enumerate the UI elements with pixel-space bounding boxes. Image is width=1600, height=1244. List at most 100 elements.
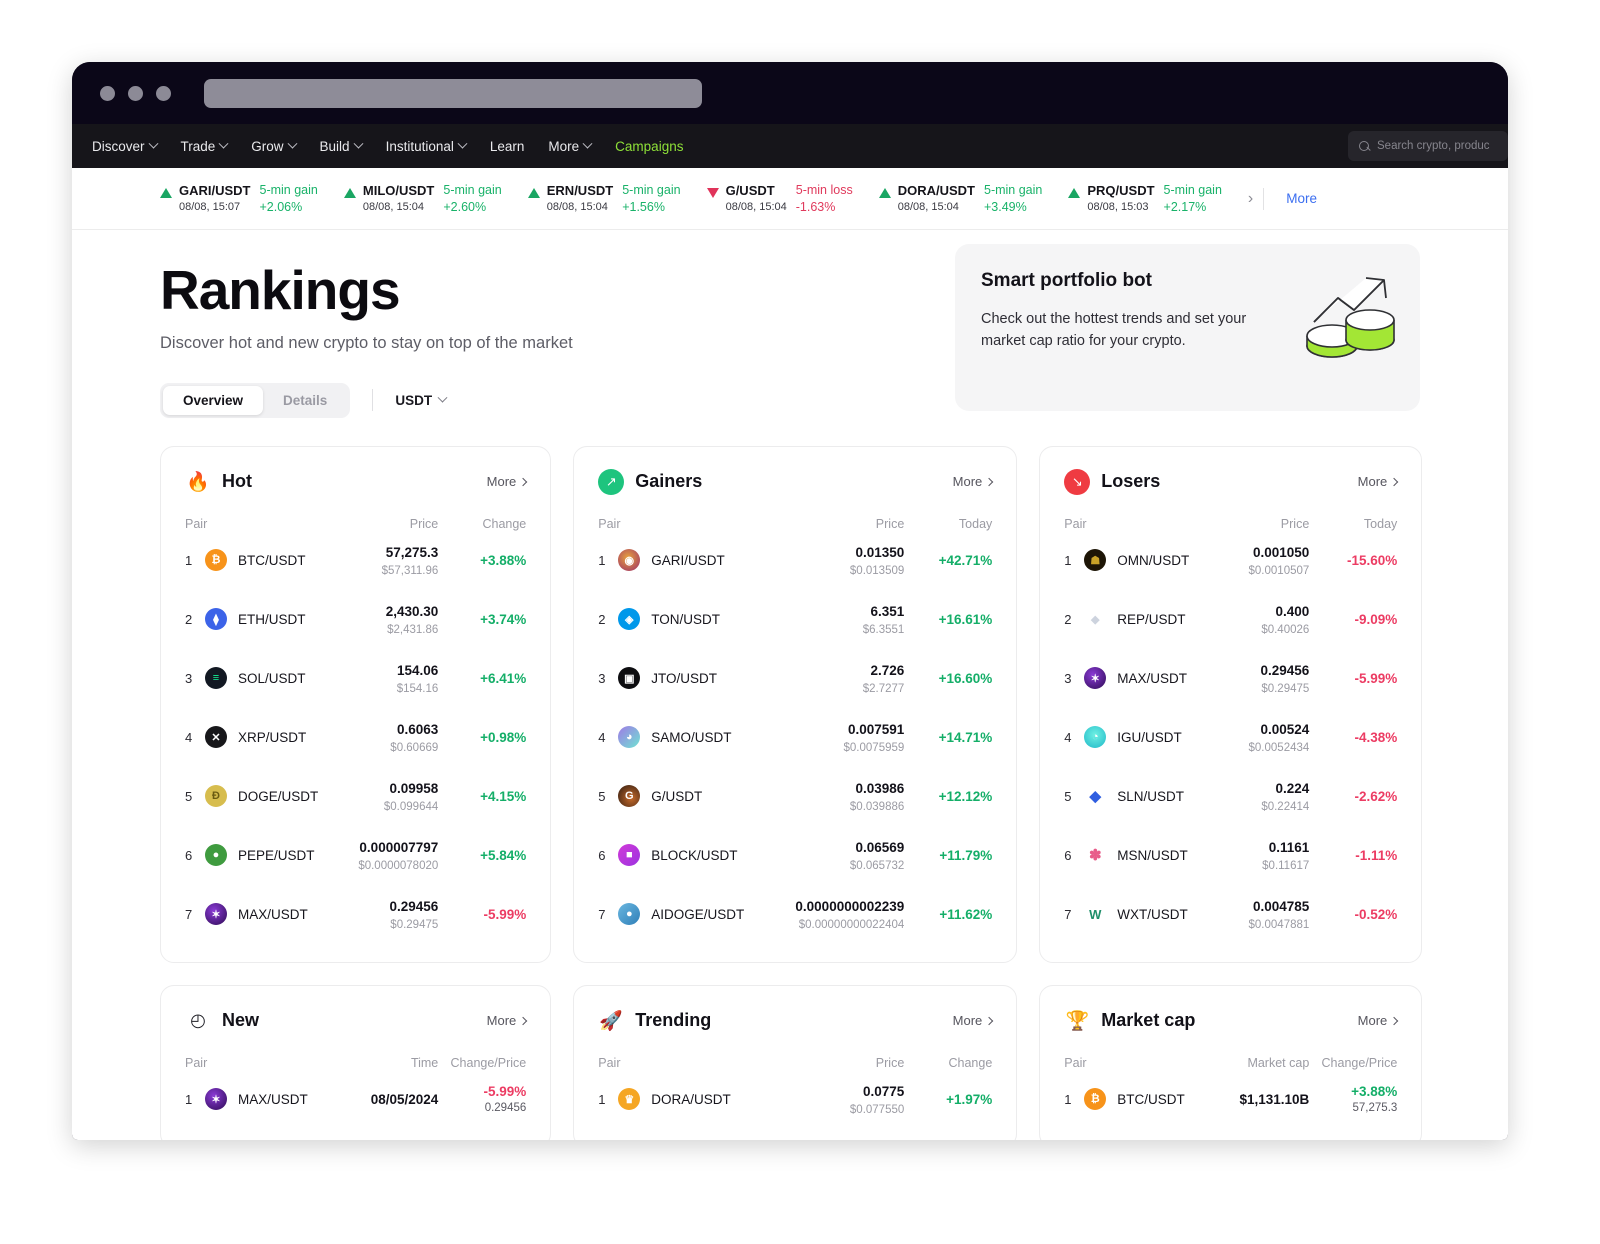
ticker-more-link[interactable]: More: [1286, 191, 1317, 206]
table-row[interactable]: 6 ● PEPE/USDT 0.000007797 $0.0000078020 +5.84…: [185, 826, 526, 885]
table-row[interactable]: 5 G G/USDT 0.03986 $0.039886 +12.12%: [598, 767, 992, 826]
price: 0.29456: [1260, 662, 1310, 678]
chevron-right-icon: [1390, 1016, 1399, 1025]
table-row[interactable]: 3 ≡ SOL/USDT 154.06 $154.16 +6.41%: [185, 649, 526, 708]
pair-name: SAMO/USDT: [651, 729, 732, 745]
col-pair: Pair: [598, 516, 621, 531]
table-row[interactable]: 3 ▣ JTO/USDT 2.726 $2.7277 +16.60%: [598, 649, 992, 708]
nav-item-more[interactable]: More: [548, 138, 593, 154]
change: +4.15%: [480, 788, 527, 804]
table-row[interactable]: 1 ♛ DORA/USDT 0.0775 $0.077550 +1.97%: [598, 1070, 992, 1129]
nav-item-campaigns[interactable]: Campaigns: [615, 139, 683, 154]
table-row[interactable]: 4 ✕ XRP/USDT 0.6063 $0.60669 +0.98%: [185, 708, 526, 767]
chevron-right-icon: [519, 477, 528, 486]
card-more-link[interactable]: More: [953, 1013, 994, 1028]
nav-item-institutional[interactable]: Institutional: [385, 138, 468, 154]
chevron-right-icon: [1390, 477, 1399, 486]
smart-portfolio-bot-card[interactable]: Smart portfolio bot Check out the hottes…: [955, 244, 1420, 411]
trophy-icon: 🏆: [1065, 1010, 1090, 1032]
pair-name: BTC/USDT: [1117, 1091, 1185, 1107]
price-usd: $0.099644: [383, 800, 439, 813]
table-row[interactable]: 2 ◈ TON/USDT 6.351 $6.3551 +16.61%: [598, 590, 992, 649]
price: 57,275.3: [385, 544, 439, 560]
price-usd: $0.0075959: [843, 741, 905, 754]
price-usd: $0.40026: [1261, 623, 1310, 636]
nav-item-build[interactable]: Build: [320, 138, 364, 154]
ticker-time: 08/08, 15:04: [362, 201, 425, 213]
pair-name: PEPE/USDT: [238, 847, 315, 863]
clock-icon: ◴: [190, 1010, 206, 1031]
price: 0.1161: [1268, 839, 1310, 855]
table-row[interactable]: 7 W WXT/USDT 0.004785 $0.0047881 -0.52%: [1064, 885, 1397, 944]
table-body: 1 ☗ OMN/USDT 0.001050 $0.0010507 -15.60% 2 ◆ RE…: [1064, 531, 1397, 944]
tab-details[interactable]: Details: [263, 386, 347, 415]
search-input[interactable]: Search crypto, produc: [1348, 131, 1508, 161]
maximize-window-dot[interactable]: [156, 85, 171, 101]
window-controls[interactable]: [100, 85, 171, 101]
rank: 5: [1064, 788, 1072, 804]
ticker-value: +3.49%: [984, 200, 1027, 214]
table-row[interactable]: 1 ✶ MAX/USDT 08/05/2024 -5.99% 0.29456: [185, 1070, 526, 1129]
price: 0.001050: [1252, 544, 1310, 560]
pair-name: REP/USDT: [1117, 611, 1186, 627]
nav-item-grow[interactable]: Grow: [251, 138, 297, 154]
table-row[interactable]: 7 ✶ MAX/USDT 0.29456 $0.29475 -5.99%: [185, 885, 526, 944]
coin-icon: ✶: [205, 1088, 227, 1111]
nav-item-learn[interactable]: Learn: [490, 139, 525, 154]
coin-icon: ♛: [618, 1088, 641, 1111]
table-row[interactable]: 2 ⧫ ETH/USDT 2,430.30 $2,431.86 +3.74%: [185, 590, 526, 649]
ticker-item[interactable]: DORA/USDT 08/08, 15:04 5-min gain +3.49%: [878, 183, 1043, 214]
close-window-dot[interactable]: [100, 85, 115, 101]
minimize-window-dot[interactable]: [128, 85, 143, 101]
coin-icon: ₿: [1084, 1088, 1107, 1111]
tab-overview[interactable]: Overview: [163, 385, 264, 415]
nav-label: Institutional: [385, 138, 454, 154]
table-row[interactable]: 6 ✽ MSN/USDT 0.1161 $0.11617 -1.11%: [1064, 826, 1397, 885]
table-header: Pair Price Change: [598, 1056, 992, 1070]
card-more-link[interactable]: More: [487, 1013, 528, 1028]
price-usd: $0.22414: [1261, 800, 1310, 813]
price-usd: $2.7277: [862, 682, 905, 695]
nav-item-discover[interactable]: Discover: [92, 138, 158, 154]
ticker-item[interactable]: ERN/USDT 08/08, 15:04 5-min gain +1.56%: [527, 183, 681, 214]
ticker-item[interactable]: G/USDT 08/08, 15:04 5-min loss -1.63%: [706, 183, 853, 214]
ticker-label: 5-min gain: [984, 183, 1043, 197]
coin-icon: ✶: [1084, 667, 1107, 690]
table-row[interactable]: 2 ◆ REP/USDT 0.400 $0.40026 -9.09%: [1064, 590, 1397, 649]
card-title-group: ◴ New: [185, 1008, 259, 1034]
table-row[interactable]: 3 ✶ MAX/USDT 0.29456 $0.29475 -5.99%: [1064, 649, 1397, 708]
coin-icon: ▣: [618, 667, 641, 690]
rank: 5: [185, 788, 193, 804]
arrow-down-icon: [706, 188, 719, 198]
table-row[interactable]: 4 ◔ IGU/USDT 0.00524 $0.0052434 -4.38%: [1064, 708, 1397, 767]
table-row[interactable]: 1 ☗ OMN/USDT 0.001050 $0.0010507 -15.60%: [1064, 531, 1397, 590]
page-content: GARI/USDT 08/08, 15:07 5-min gain +2.06%…: [72, 168, 1508, 1140]
nav-label: Learn: [489, 138, 525, 154]
ticker-item[interactable]: PRQ/USDT 08/08, 15:03 5-min gain +2.17%: [1068, 183, 1222, 214]
card-more-link[interactable]: More: [1358, 474, 1399, 489]
address-bar[interactable]: [204, 78, 702, 108]
browser-titlebar: [72, 62, 1508, 124]
card-more-link[interactable]: More: [1358, 1013, 1399, 1028]
ticker-item[interactable]: GARI/USDT 08/08, 15:07 5-min gain +2.06%: [160, 183, 318, 214]
table-row[interactable]: 1 ₿ BTC/USDT $1,131.10B +3.88% 57,275.3: [1064, 1070, 1397, 1129]
change: +3.74%: [480, 611, 527, 627]
arrow-up-icon: [527, 188, 540, 198]
table-row[interactable]: 1 ◉ GARI/USDT 0.01350 $0.013509 +42.71%: [598, 531, 992, 590]
card-more-link[interactable]: More: [953, 474, 994, 489]
table-row[interactable]: 7 ● AIDOGE/USDT 0.0000000002239 $0.000000000…: [598, 885, 992, 944]
table-row[interactable]: 5 ◆ SLN/USDT 0.224 $0.22414 -2.62%: [1064, 767, 1397, 826]
change: +16.60%: [938, 670, 993, 686]
nav-item-trade[interactable]: Trade: [181, 138, 229, 154]
table-row[interactable]: 6 ■ BLOCK/USDT 0.06569 $0.065732 +11.79%: [598, 826, 992, 885]
ticker-next-button[interactable]: ›: [1248, 190, 1253, 208]
card-more-link[interactable]: More: [487, 474, 528, 489]
pair-name: IGU/USDT: [1117, 729, 1182, 745]
table-row[interactable]: 5 Ð DOGE/USDT 0.09958 $0.099644 +4.15%: [185, 767, 526, 826]
ticker-item[interactable]: MILO/USDT 08/08, 15:04 5-min gain +2.60%: [343, 183, 502, 214]
table-row[interactable]: 4 ◕ SAMO/USDT 0.007591 $0.0075959 +14.71%: [598, 708, 992, 767]
table-row[interactable]: 1 ₿ BTC/USDT 57,275.3 $57,311.96 +3.88%: [185, 531, 526, 590]
col-price: Price: [875, 516, 905, 531]
coin-icon: W: [1084, 903, 1107, 926]
currency-selector[interactable]: USDT: [395, 392, 448, 408]
